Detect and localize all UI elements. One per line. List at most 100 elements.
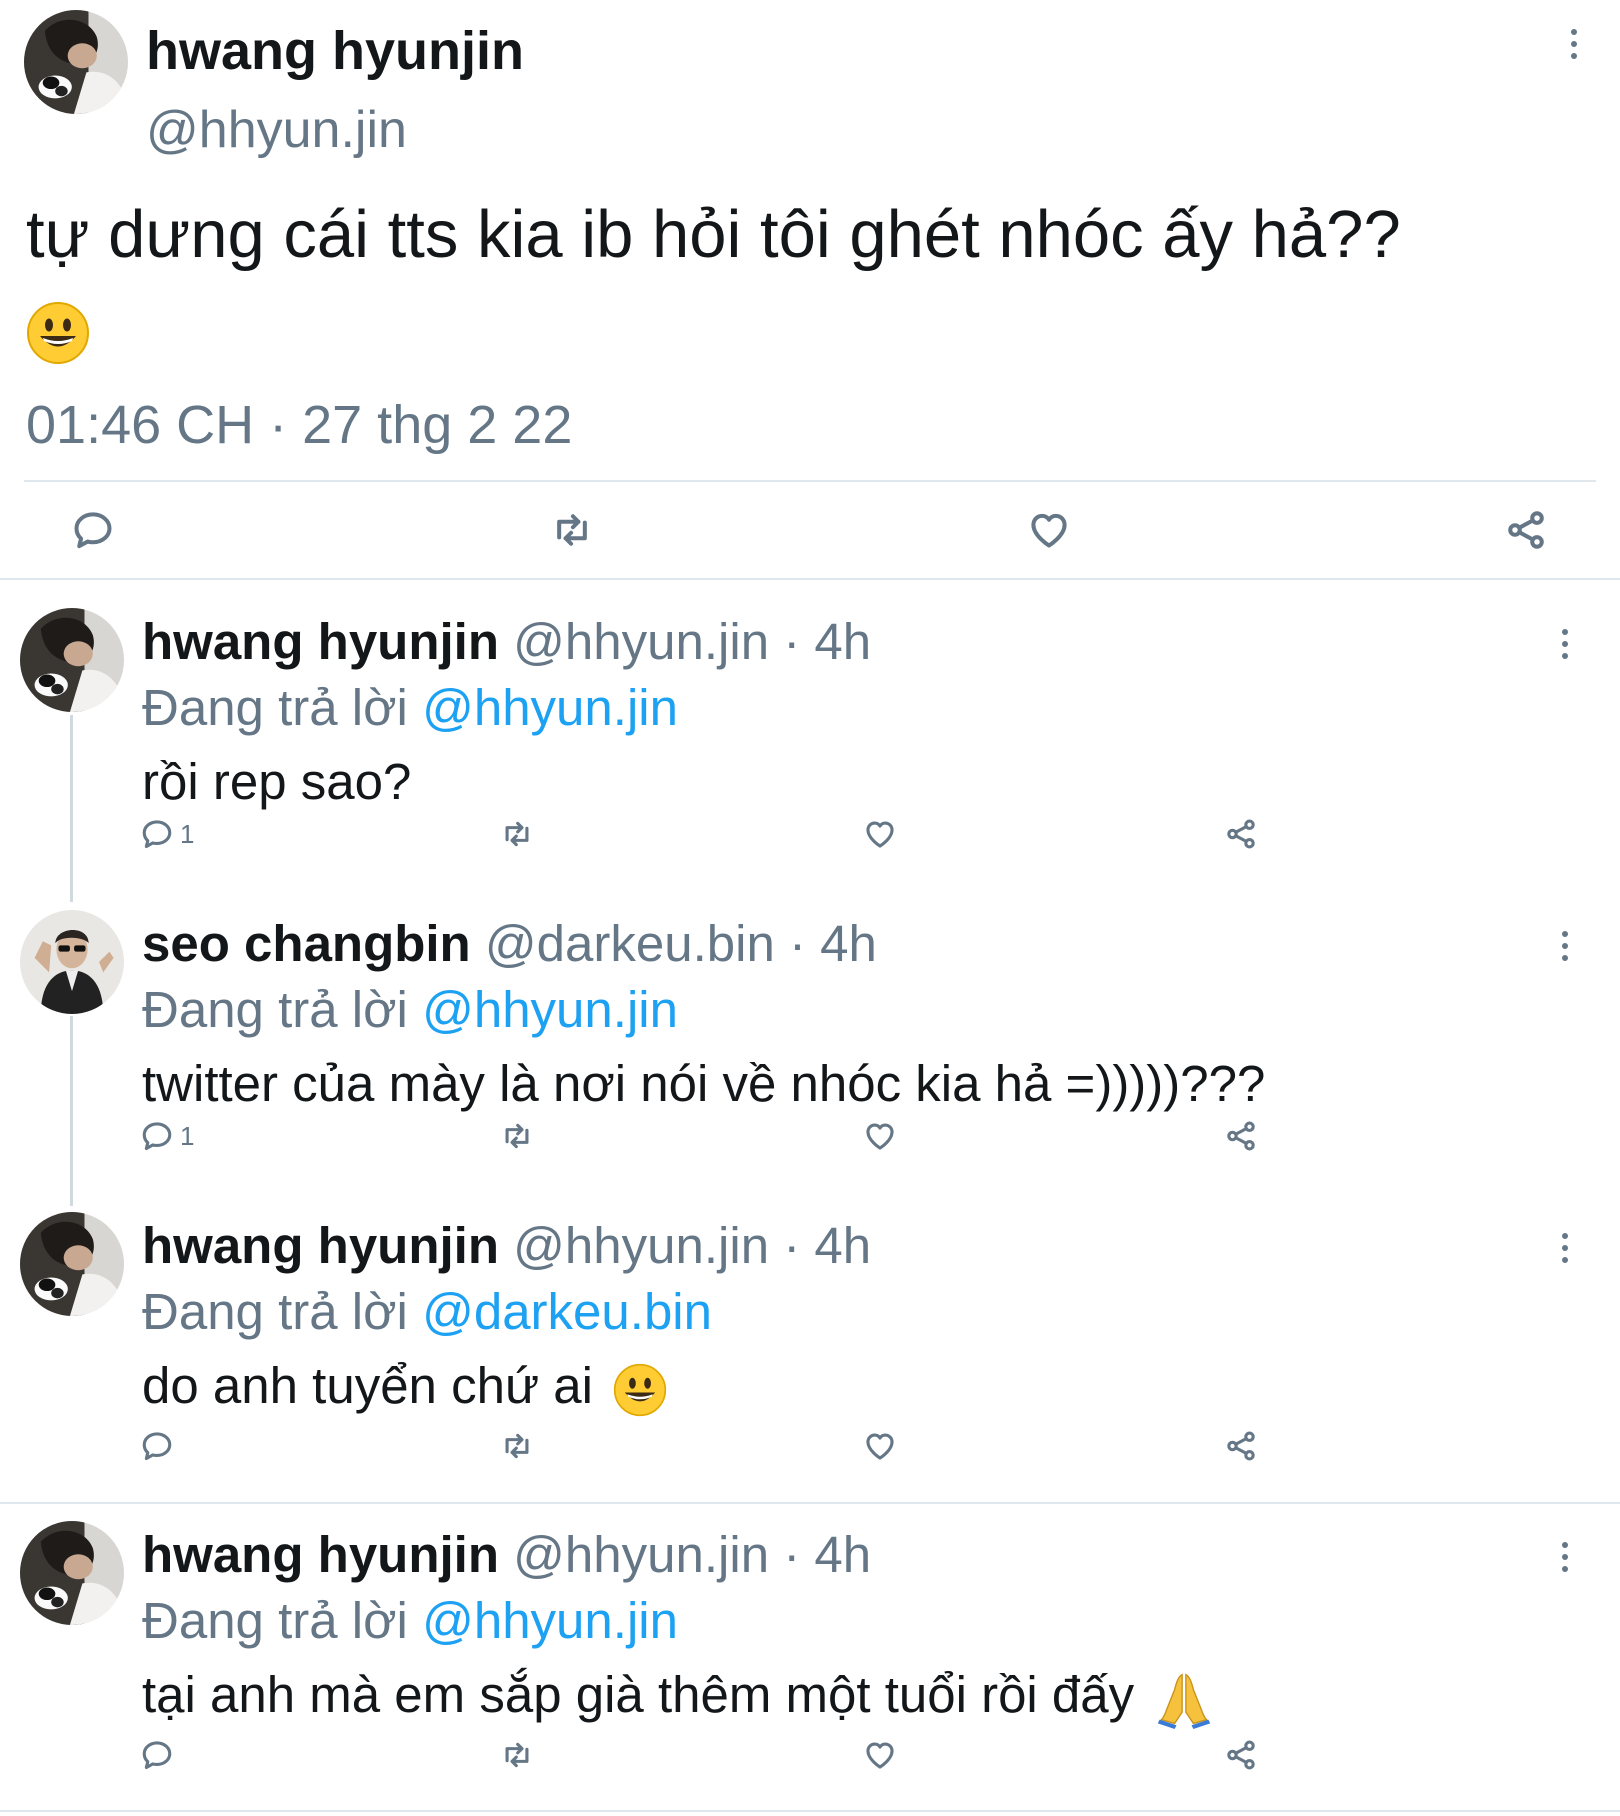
replying-to: Đang trả lời @hhyun.jin [142, 678, 678, 737]
share-button[interactable] [1224, 1737, 1258, 1773]
retweet-icon[interactable] [500, 1429, 534, 1463]
divider [0, 578, 1620, 580]
reply-tweet: hwang hyunjin @hhyun.jin · 4h Đang trả l… [0, 1497, 1620, 1807]
divider [24, 480, 1596, 482]
reply-button[interactable] [140, 1737, 174, 1773]
like-button[interactable] [863, 816, 897, 852]
avatar-image [24, 10, 128, 114]
main-tweet: hwang hyunjin @hhyun.jin tự dưng cái tts… [0, 0, 1620, 580]
retweet-icon[interactable] [500, 1738, 534, 1772]
author-handle[interactable]: @hhyun.jin [513, 613, 769, 670]
author-name[interactable]: hwang hyunjin [142, 613, 499, 670]
reply-header: hwang hyunjin @hhyun.jin · 4h [142, 612, 871, 671]
replying-to-handle[interactable]: @hhyun.jin [422, 679, 678, 736]
more-options-icon[interactable] [1553, 1537, 1577, 1577]
avatar-image [20, 1521, 124, 1625]
divider [0, 1810, 1620, 1812]
avatar[interactable] [20, 1212, 124, 1316]
share-icon[interactable] [1224, 1738, 1258, 1772]
avatar[interactable] [20, 1521, 124, 1625]
avatar[interactable] [20, 910, 124, 1014]
reply-text: tại anh mà em sắp già thêm một tuổi rồi … [142, 1666, 1135, 1723]
share-icon[interactable] [1224, 1119, 1258, 1153]
smiley-emoji [26, 301, 90, 365]
more-options-icon[interactable] [1562, 24, 1586, 64]
folded-hands-emoji [1154, 1669, 1214, 1729]
avatar[interactable] [20, 608, 124, 712]
smiley-emoji [613, 1363, 667, 1417]
tweet-age: · 4h [783, 613, 872, 670]
reply-count: 1 [180, 818, 195, 849]
reply-button[interactable] [140, 1428, 174, 1464]
reply-text: rồi rep sao? [142, 753, 412, 810]
replying-to-handle[interactable]: @hhyun.jin [422, 981, 678, 1038]
reply-icon[interactable] [140, 1119, 174, 1153]
tweet-timestamp[interactable]: 01:46 CH · 27 thg 2 22 [26, 394, 572, 456]
tweet-age: · 4h [783, 1217, 872, 1274]
retweet-button[interactable] [500, 1428, 534, 1464]
reply-count: 1 [180, 1120, 195, 1151]
reply-text-wrap: do anh tuyển chứ ai [142, 1356, 667, 1417]
retweet-button[interactable] [500, 816, 534, 852]
avatar[interactable] [24, 10, 128, 114]
author-handle[interactable]: @hhyun.jin [513, 1217, 769, 1274]
like-button[interactable] [863, 1118, 897, 1154]
tweet-age: · 4h [789, 915, 877, 972]
share-icon[interactable] [1504, 508, 1548, 552]
author-name[interactable]: hwang hyunjin [146, 20, 524, 82]
reply-icon[interactable] [140, 1738, 174, 1772]
reply-icon[interactable] [71, 508, 115, 552]
replying-to-handle[interactable]: @hhyun.jin [422, 1592, 678, 1649]
reply-tweet: hwang hyunjin @hhyun.jin · 4h Đang trả l… [0, 584, 1620, 884]
reply-text: twitter của mày là nơi nói về nhóc kia h… [142, 1055, 1266, 1112]
reply-header: seo changbin @darkeu.bin · 4h [142, 914, 877, 973]
share-button[interactable] [1224, 1118, 1258, 1154]
retweet-button[interactable] [500, 1737, 534, 1773]
like-icon[interactable] [863, 1738, 897, 1772]
retweet-button[interactable] [500, 1118, 534, 1154]
reply-header: hwang hyunjin @hhyun.jin · 4h [142, 1525, 871, 1584]
more-options-icon[interactable] [1553, 624, 1577, 664]
replying-label: Đang trả lời [142, 679, 408, 736]
reply-text-wrap: tại anh mà em sắp già thêm một tuổi rồi … [142, 1665, 1214, 1729]
more-options-icon[interactable] [1553, 1228, 1577, 1268]
like-button[interactable] [863, 1737, 897, 1773]
tweet-age: · 4h [783, 1526, 872, 1583]
replying-label: Đang trả lời [142, 1283, 408, 1340]
reply-button[interactable]: 1 [140, 1118, 194, 1154]
share-button[interactable] [1224, 816, 1258, 852]
author-name[interactable]: hwang hyunjin [142, 1526, 499, 1583]
more-options-icon[interactable] [1553, 926, 1577, 966]
author-handle[interactable]: @darkeu.bin [485, 915, 775, 972]
author-handle[interactable]: @hhyun.jin [513, 1526, 769, 1583]
like-icon[interactable] [1027, 508, 1071, 552]
author-name[interactable]: hwang hyunjin [142, 1217, 499, 1274]
avatar-image [20, 1212, 124, 1316]
reply-icon[interactable] [140, 817, 174, 851]
share-button[interactable] [1224, 1428, 1258, 1464]
avatar-image [20, 608, 124, 712]
replying-label: Đang trả lời [142, 981, 408, 1038]
share-icon[interactable] [1224, 817, 1258, 851]
reply-text: do anh tuyển chứ ai [142, 1357, 593, 1414]
share-icon[interactable] [1224, 1429, 1258, 1463]
like-button[interactable] [863, 1428, 897, 1464]
retweet-icon[interactable] [500, 1119, 534, 1153]
reply-button[interactable]: 1 [140, 816, 194, 852]
like-icon[interactable] [863, 817, 897, 851]
replying-to: Đang trả lời @hhyun.jin [142, 1591, 678, 1650]
retweet-icon[interactable] [550, 508, 594, 552]
tweet-text-content: tự dưng cái tts kia ib hỏi tôi ghét nhóc… [26, 197, 1401, 272]
replying-to: Đang trả lời @hhyun.jin [142, 980, 678, 1039]
replying-to: Đang trả lời @darkeu.bin [142, 1282, 712, 1341]
like-icon[interactable] [863, 1429, 897, 1463]
replying-label: Đang trả lời [142, 1592, 408, 1649]
replying-to-handle[interactable]: @darkeu.bin [422, 1283, 712, 1340]
author-name[interactable]: seo changbin [142, 915, 471, 972]
reply-header: hwang hyunjin @hhyun.jin · 4h [142, 1216, 871, 1275]
like-icon[interactable] [863, 1119, 897, 1153]
retweet-icon[interactable] [500, 817, 534, 851]
avatar-image [20, 910, 124, 1014]
author-handle[interactable]: @hhyun.jin [146, 100, 407, 160]
reply-icon[interactable] [140, 1429, 174, 1463]
